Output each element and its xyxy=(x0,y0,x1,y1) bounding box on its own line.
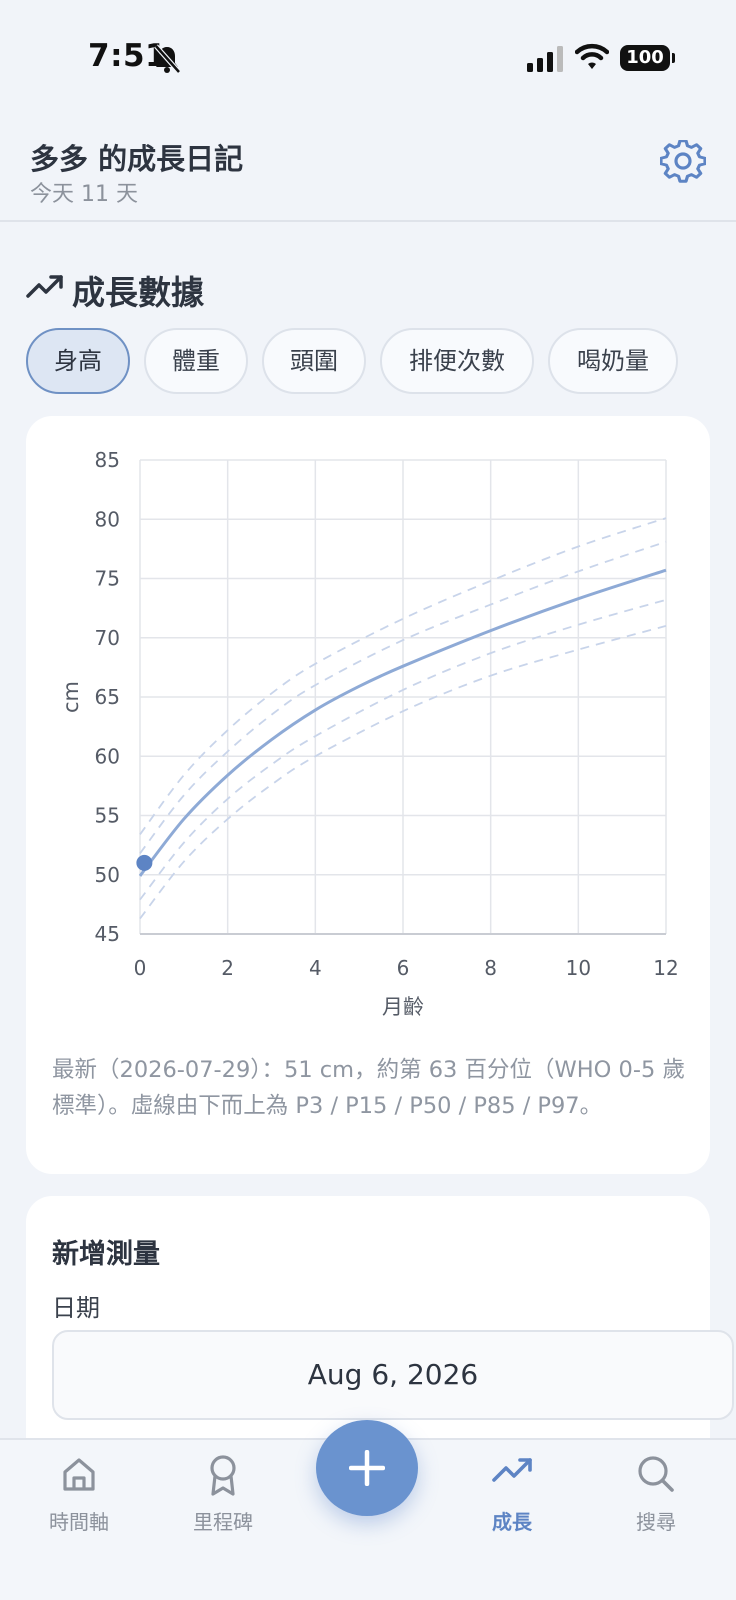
home-icon xyxy=(63,1458,95,1491)
x-tick-label: 10 xyxy=(566,956,591,980)
page-subtitle: 今天 11 天 xyxy=(30,182,138,207)
nav-label: 時間軸 xyxy=(49,1510,109,1534)
nav-timeline[interactable]: 時間軸 xyxy=(19,1454,139,1544)
tab-weight[interactable]: 體重 xyxy=(144,328,248,394)
x-tick-label: 6 xyxy=(397,956,410,980)
chart-note: 最新（2026-07-29）：51 cm，約第 63 百分位（WHO 0-5 歲… xyxy=(52,1057,685,1119)
trend-icon xyxy=(492,1458,532,1482)
y-tick-label: 65 xyxy=(95,685,120,709)
x-tick-label: 4 xyxy=(309,956,322,980)
add-entry-button[interactable] xyxy=(316,1420,418,1516)
search-icon xyxy=(638,1456,674,1492)
date-label: 日期 xyxy=(52,1294,100,1322)
section-title: 成長數據 xyxy=(72,273,204,312)
gear-icon[interactable] xyxy=(660,140,706,186)
nav-milestones[interactable]: 里程碑 xyxy=(163,1454,283,1544)
battery-indicator: 100 xyxy=(620,45,675,71)
wifi-icon xyxy=(575,43,609,69)
y-tick-label: 80 xyxy=(95,507,120,531)
tab-milk-intake[interactable]: 喝奶量 xyxy=(548,328,678,394)
tab-head-circumference[interactable]: 頭圍 xyxy=(262,328,366,394)
add-measurement-card: 新增測量 日期 Aug 6, 2026 xyxy=(26,1196,734,1456)
y-axis-label: cm xyxy=(59,681,83,713)
y-tick-label: 55 xyxy=(95,804,120,828)
y-tick-label: 85 xyxy=(95,448,120,472)
app-header: 多多 的成長日記 今天 11 天 xyxy=(0,120,736,222)
page-title: 多多 的成長日記 xyxy=(30,142,244,176)
x-tick-label: 2 xyxy=(221,956,234,980)
signal-icon xyxy=(527,46,563,72)
add-measurement-title: 新增測量 xyxy=(52,1239,160,1270)
x-axis-label: 月齡 xyxy=(382,995,424,1019)
y-tick-label: 70 xyxy=(95,626,120,650)
nav-search[interactable]: 搜尋 xyxy=(596,1454,716,1544)
tab-bowel-count[interactable]: 排便次數 xyxy=(380,328,534,394)
bell-off-icon xyxy=(154,44,180,74)
x-tick-label: 8 xyxy=(484,956,497,980)
y-tick-label: 45 xyxy=(95,922,120,946)
growth-chart: 0 2 4 6 8 10 12 45 50 55 60 65 70 75 80 85 月齡 cm xyxy=(59,448,679,1019)
x-tick-label: 12 xyxy=(653,956,678,980)
trending-up-icon xyxy=(26,275,63,298)
growth-chart-card: 0 2 4 6 8 10 12 45 50 55 60 65 70 75 80 85 月齡 cm 最新（2026-… xyxy=(26,416,710,1174)
nav-label: 成長 xyxy=(492,1510,532,1534)
tab-height[interactable]: 身高 xyxy=(26,328,130,394)
status-bar: 7:51 100 xyxy=(0,0,736,120)
date-picker[interactable]: Aug 6, 2026 xyxy=(52,1330,734,1420)
data-point-0 xyxy=(136,854,153,871)
nav-growth[interactable]: 成長 xyxy=(452,1454,572,1544)
plus-icon xyxy=(349,1450,385,1486)
y-tick-label: 60 xyxy=(95,744,120,768)
award-icon xyxy=(210,1455,236,1496)
y-tick-label: 75 xyxy=(95,567,120,591)
nav-label: 搜尋 xyxy=(636,1510,676,1534)
x-tick-label: 0 xyxy=(134,956,147,980)
y-tick-label: 50 xyxy=(95,863,120,887)
nav-label: 里程碑 xyxy=(193,1510,253,1534)
